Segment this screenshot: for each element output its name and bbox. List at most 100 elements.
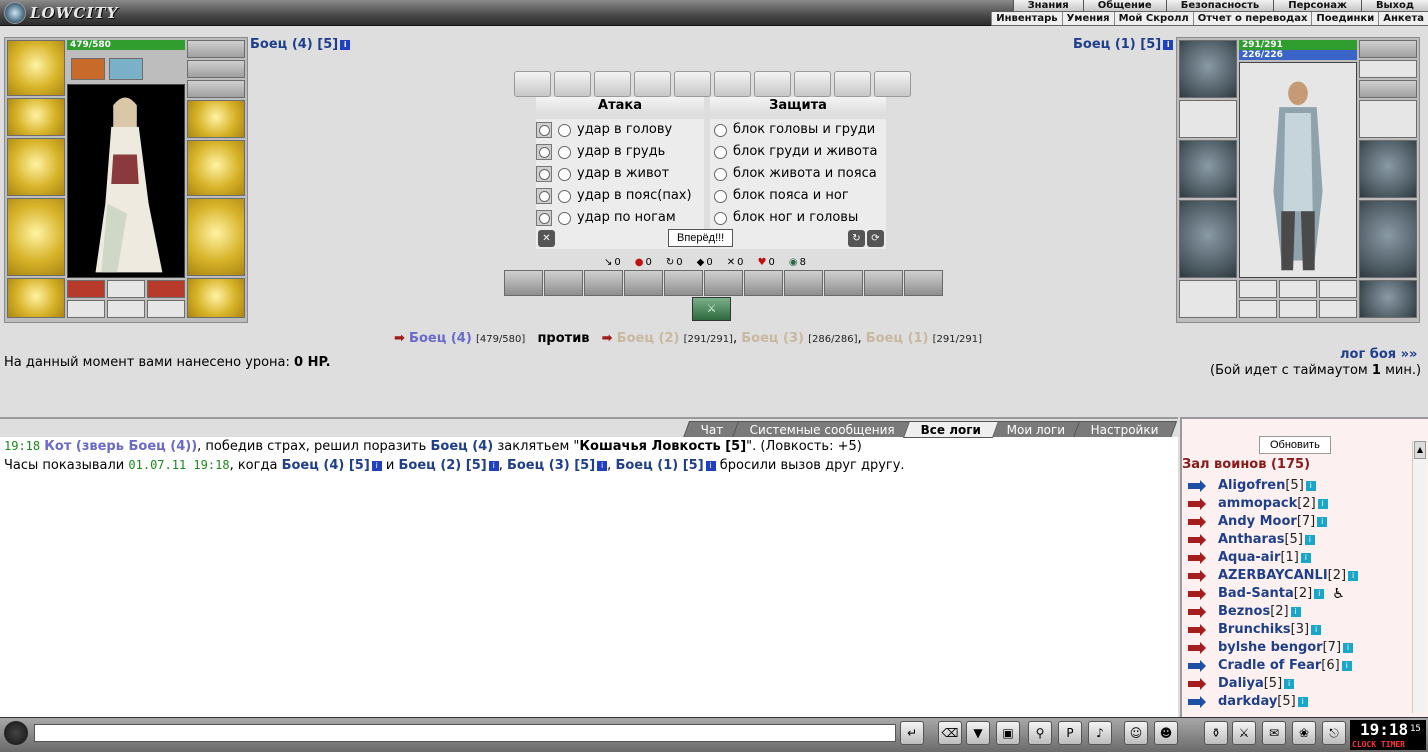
players-scrollbar[interactable]: ▲	[1412, 441, 1426, 713]
attack-radio[interactable]	[558, 189, 571, 203]
sound-icon[interactable]: ♪	[1088, 721, 1112, 745]
menu-knowledge[interactable]: Знания	[1012, 0, 1083, 12]
scroll-slot[interactable]	[514, 71, 551, 97]
block-option-belt-legs[interactable]: блок пояса и ног	[710, 185, 886, 207]
block-option-legs-head[interactable]: блок ног и головы	[710, 207, 886, 229]
potion-slot-3[interactable]	[147, 280, 185, 298]
exit-icon[interactable]: ⎋	[1322, 721, 1346, 745]
player-row[interactable]: Daliya [5] i	[1186, 675, 1406, 693]
necklace-slot[interactable]	[1359, 60, 1417, 78]
info-icon[interactable]: i	[1311, 625, 1322, 635]
attack-radio[interactable]	[558, 145, 571, 159]
duel-icon[interactable]: ⚔	[1232, 721, 1256, 745]
scroll-slot[interactable]	[794, 71, 831, 97]
radio-box[interactable]	[536, 122, 552, 138]
log-fighter-name[interactable]: Боец (4)	[430, 439, 493, 454]
logo[interactable]: LOWCITY	[4, 2, 118, 24]
player-row[interactable]: AZERBAYCANLI [2] i	[1186, 567, 1406, 585]
radio-box[interactable]	[536, 188, 552, 204]
player-row[interactable]: Aqua-air [1] i	[1186, 549, 1406, 567]
helmet-slot[interactable]	[1179, 40, 1237, 98]
gloves-slot[interactable]	[187, 100, 245, 138]
legs-slot[interactable]	[187, 198, 245, 276]
potion-slot-3[interactable]	[1319, 280, 1357, 298]
my-fighter-name[interactable]: Боец (4)	[409, 331, 472, 346]
boots-slot[interactable]	[187, 278, 245, 318]
tab-system-messages[interactable]: Системные сообщения	[731, 421, 913, 438]
pocket-slot-3[interactable]	[147, 300, 185, 318]
radio-box[interactable]	[536, 144, 552, 160]
scroll-slot[interactable]	[874, 71, 911, 97]
tab-my-logs[interactable]: Мои логи	[988, 421, 1084, 438]
potion-slot-1[interactable]	[1239, 280, 1277, 298]
menu-security[interactable]: Безопасность	[1165, 0, 1274, 12]
scroll-slot[interactable]	[594, 71, 631, 97]
skill-slot[interactable]	[584, 270, 623, 296]
skill-slot[interactable]	[864, 270, 903, 296]
left-fighter-name[interactable]: Боец (4) [5]	[250, 37, 338, 52]
send-icon[interactable]: ↵	[900, 721, 924, 745]
gift-icon[interactable]: ✉	[1262, 721, 1286, 745]
player-row[interactable]: Antharas [5] i	[1186, 531, 1406, 549]
enemy-name[interactable]: Боец (2)	[617, 331, 680, 346]
pocket-slot-1[interactable]	[67, 300, 105, 318]
player-row[interactable]: Bad-Santa [2] i ♿	[1186, 585, 1406, 603]
info-icon[interactable]: i	[488, 460, 499, 471]
submenu-transfer-report[interactable]: Отчет о переводах	[1192, 12, 1312, 25]
smile-icon[interactable]: ☺	[1124, 721, 1148, 745]
pocket-slot-1[interactable]	[1239, 300, 1277, 318]
radio-box[interactable]	[536, 166, 552, 182]
walk-icon[interactable]: ⚲	[1028, 721, 1052, 745]
tab-all-logs[interactable]: Все логи	[902, 421, 999, 438]
info-icon[interactable]: i	[1341, 661, 1352, 671]
private-icon[interactable]: P	[1058, 721, 1082, 745]
submenu-inventory[interactable]: Инвентарь	[991, 12, 1061, 25]
filter-icon[interactable]: ▼	[966, 721, 990, 745]
menu-exit[interactable]: Выход	[1360, 0, 1428, 12]
necklace-slot[interactable]	[187, 60, 245, 78]
player-row[interactable]: Beznos [2] i	[1186, 603, 1406, 621]
potion-slot-2[interactable]	[107, 280, 145, 298]
skill-slot[interactable]	[664, 270, 703, 296]
boots-slot[interactable]	[1359, 280, 1417, 318]
player-row[interactable]: Andy Moor [7] i	[1186, 513, 1406, 531]
info-icon[interactable]: i	[705, 460, 716, 471]
left-fighter-title[interactable]: Боец (4) [5] i	[250, 37, 351, 52]
attack-radio[interactable]	[558, 211, 571, 225]
attack-option-head[interactable]: удар в голову	[536, 119, 704, 141]
belt-slot[interactable]	[1179, 280, 1237, 318]
log-fighter-name[interactable]: Боец (4) [5]	[282, 458, 370, 473]
bracers-slot[interactable]	[7, 98, 65, 136]
attack-radio[interactable]	[558, 167, 571, 181]
info-icon[interactable]: i	[1284, 679, 1295, 689]
right-fighter-title[interactable]: Боец (1) [5] i	[1073, 37, 1174, 52]
info-icon[interactable]: i	[1317, 499, 1328, 509]
buff-fire-icon[interactable]	[71, 58, 105, 80]
skill-slot[interactable]	[824, 270, 863, 296]
skill-slot[interactable]	[784, 270, 823, 296]
buff-cat-icon[interactable]	[109, 58, 143, 80]
eraser-icon[interactable]: ⌫	[938, 721, 962, 745]
skill-slot[interactable]	[744, 270, 783, 296]
pet-icon[interactable]: ❀	[1292, 721, 1316, 745]
info-icon[interactable]: i	[1348, 571, 1359, 581]
block-radio[interactable]	[714, 123, 727, 137]
refresh-button[interactable]: Обновить	[1259, 436, 1331, 454]
earrings-slot[interactable]	[187, 40, 245, 58]
submenu-my-scroll[interactable]: Мой Скролл	[1113, 12, 1193, 25]
info-icon[interactable]: i	[1163, 39, 1174, 50]
submenu-duels[interactable]: Поединки	[1311, 12, 1378, 25]
info-icon[interactable]: i	[371, 460, 382, 471]
skill-slot[interactable]	[504, 270, 543, 296]
block-option-chest-belly[interactable]: блок груди и живота	[710, 141, 886, 163]
legs-slot[interactable]	[1359, 200, 1417, 278]
armor-slot[interactable]	[7, 198, 65, 276]
weapon-slot[interactable]	[7, 138, 65, 196]
potion-icon[interactable]: ⚱	[1204, 721, 1228, 745]
block-radio[interactable]	[714, 167, 727, 181]
info-icon[interactable]: i	[1300, 553, 1311, 563]
info-icon[interactable]: i	[1314, 589, 1325, 599]
player-row[interactable]: Aligofren [5] i	[1186, 477, 1406, 495]
info-icon[interactable]: i	[1343, 643, 1354, 653]
block-option-head-chest[interactable]: блок головы и груди	[710, 119, 886, 141]
